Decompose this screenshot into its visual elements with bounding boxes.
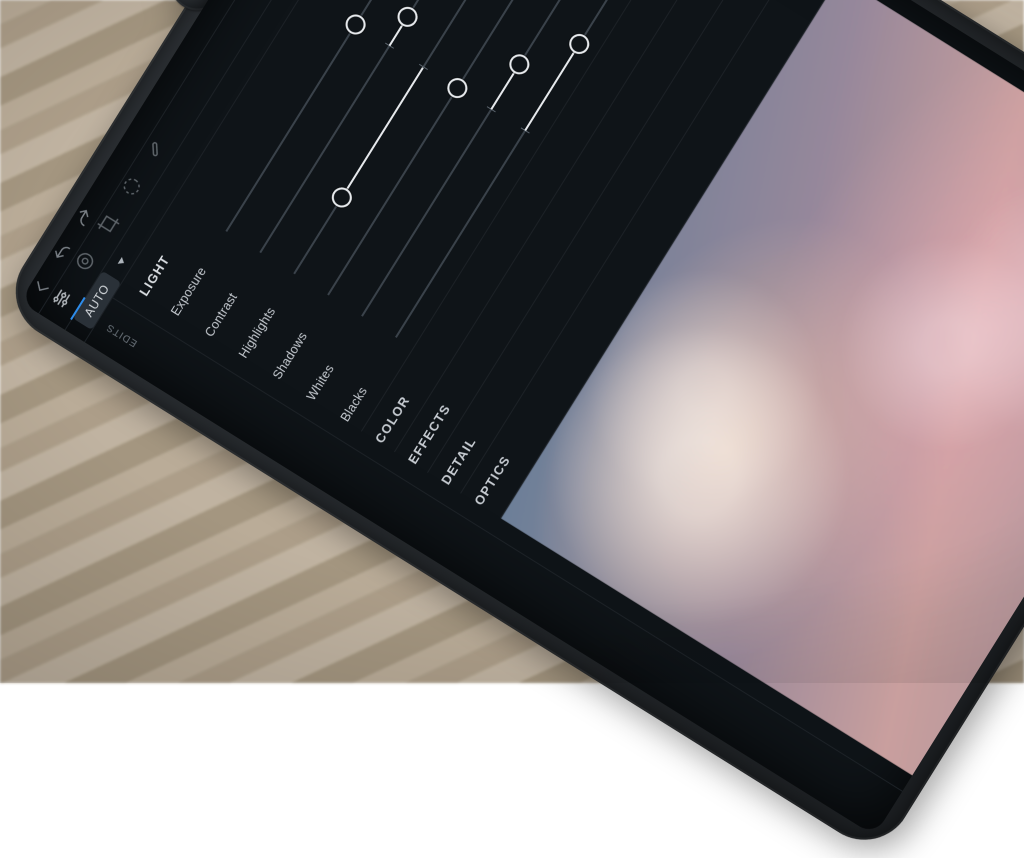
slider-blacks-thumb[interactable] xyxy=(565,30,593,58)
edits-label: EDITS xyxy=(104,321,139,349)
slider-contrast-thumb[interactable] xyxy=(394,3,422,31)
edit-panel-body: EDITS LIGHT Exposure0.00Contrast+14Highl… xyxy=(85,0,1024,836)
chevron-down-icon[interactable] xyxy=(117,257,125,266)
slider-exposure-thumb[interactable] xyxy=(342,11,370,39)
slider-shadows-thumb[interactable] xyxy=(443,75,471,103)
slider-whites-thumb[interactable] xyxy=(506,51,534,79)
slider-highlights-thumb[interactable] xyxy=(328,184,356,212)
